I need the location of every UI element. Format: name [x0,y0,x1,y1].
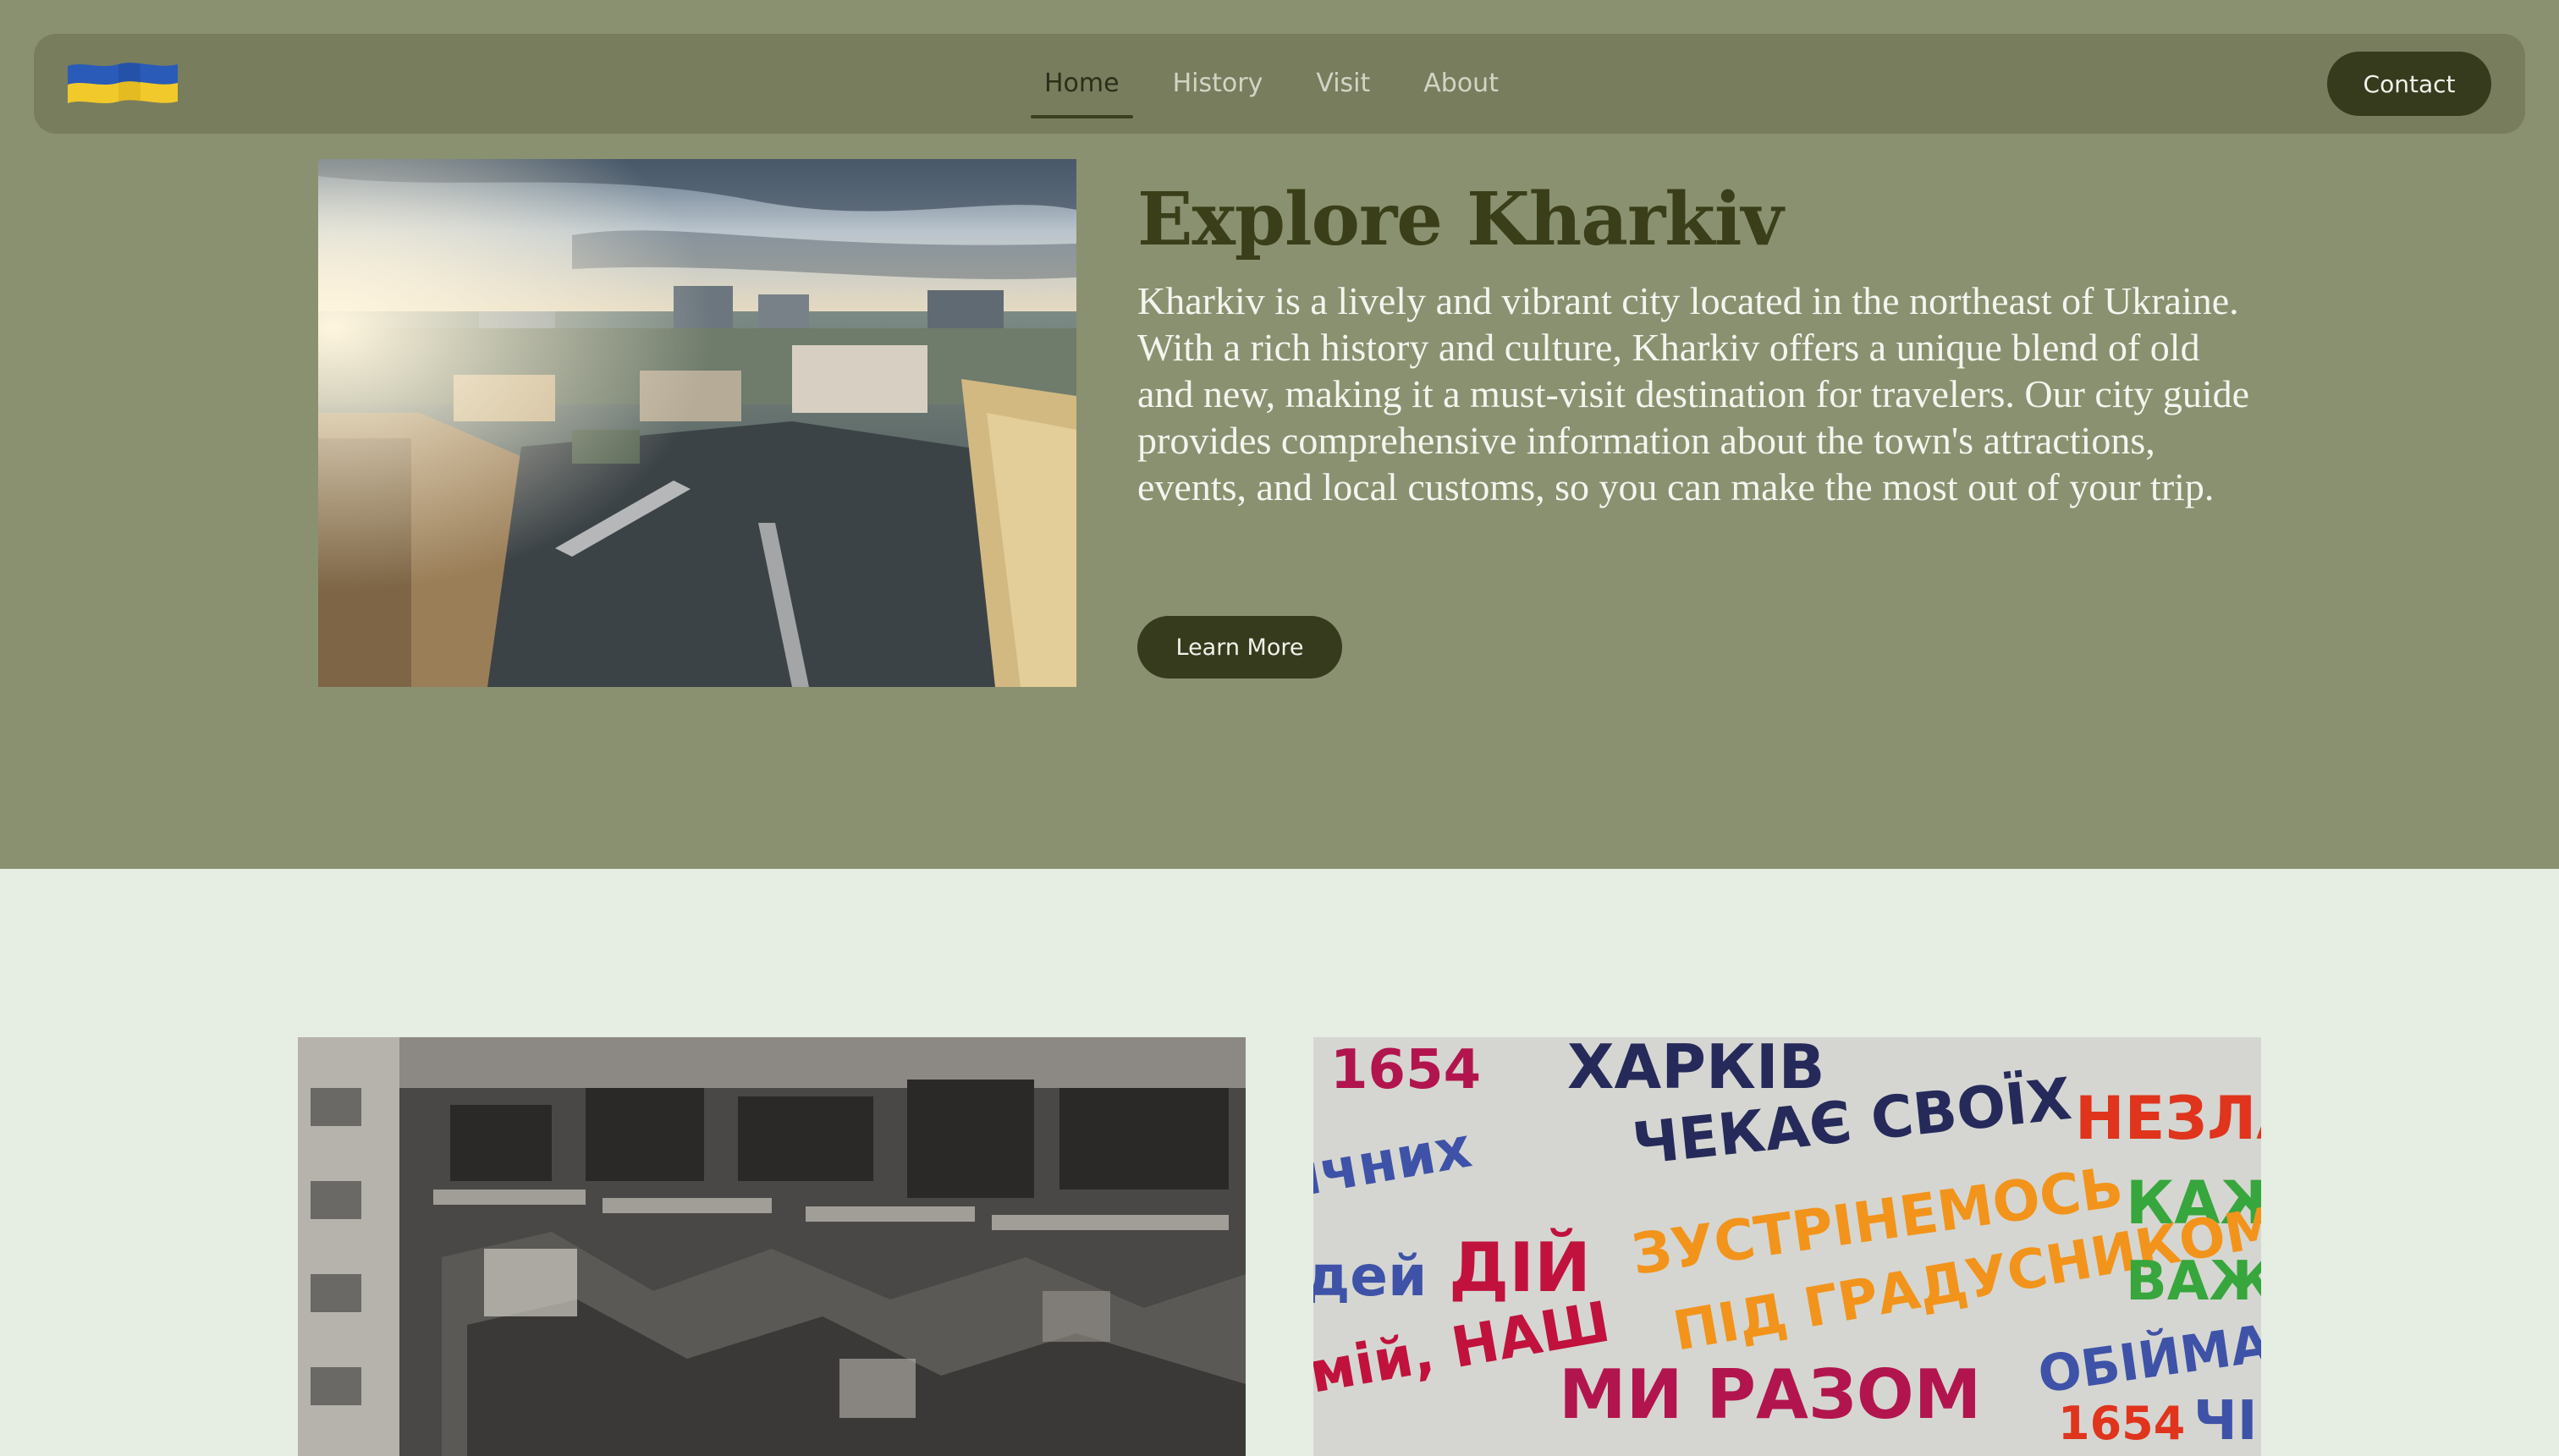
contact-button[interactable]: Contact [2327,52,2491,116]
kharkiv-aerial-photo [318,159,1076,687]
hero-text-block: Explore Kharkiv Kharkiv is a lively and … [1137,169,2254,510]
graffiti-text-15: 1654 [2058,1397,2185,1450]
navbar: Home History Visit About Contact [34,34,2525,134]
graffiti-wall-photo: 1654 ХАРКІВ ЧЕКАЄ СВОЇХ НЕЗЛА ічних дей … [1313,1037,2261,1456]
hero-description: Kharkiv is a lively and vibrant city loc… [1137,279,2250,508]
ukraine-flag-icon[interactable] [66,58,179,110]
nav-link-about[interactable]: About [1410,34,1512,134]
graffiti-text-1: 1654 [1330,1039,1481,1102]
learn-more-button[interactable]: Learn More [1137,616,1342,679]
graffiti-text-4: НЕЗЛА [2075,1084,2261,1153]
page-title: Explore Kharkiv [1137,177,1784,262]
nav-link-home[interactable]: Home [1031,34,1133,134]
graffiti-text-11: ВАЖ. [2126,1250,2261,1313]
hero-section: Home History Visit About Contact Explore… [0,0,2559,869]
destroyed-building-photo [298,1037,1246,1456]
graffiti-text-13: МИ РАЗОМ [1559,1355,1981,1434]
graffiti-text-16: ЧІ [2193,1390,2258,1453]
graffiti-text-2: ХАРКІВ [1567,1037,1825,1102]
graffiti-text-6: дей [1313,1244,1427,1309]
nav-link-visit[interactable]: Visit [1302,34,1384,134]
nav-link-history[interactable]: History [1159,34,1277,134]
nav-links: Home History Visit About [1031,34,1538,134]
